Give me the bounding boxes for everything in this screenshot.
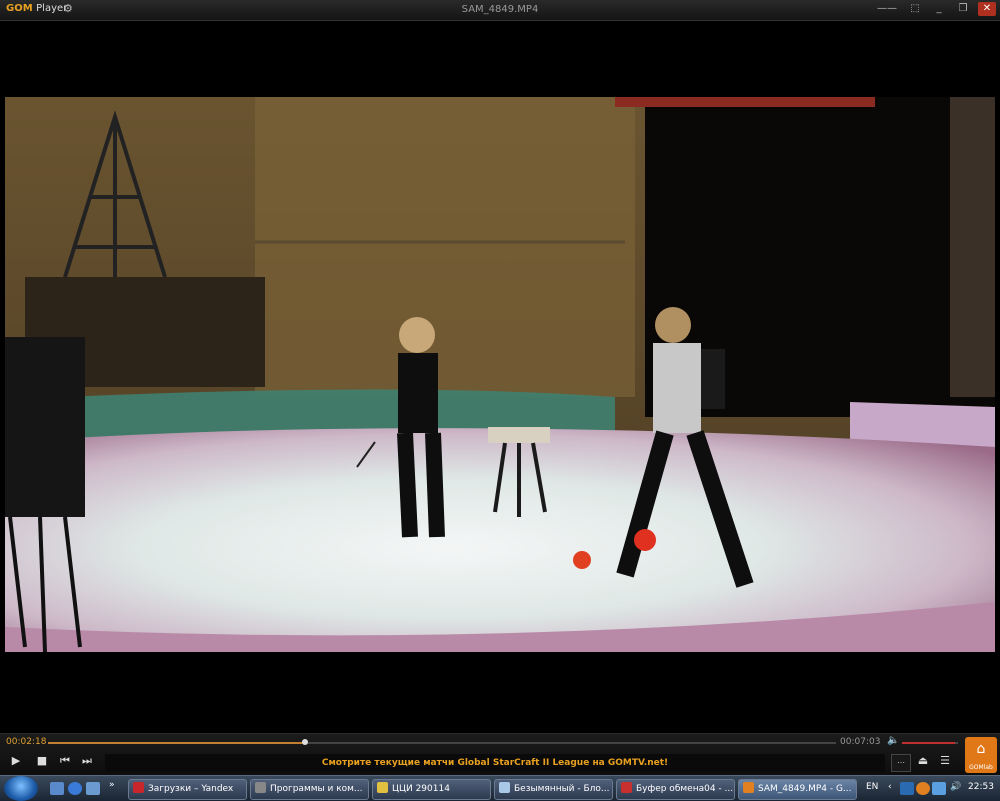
seek-progress <box>48 742 305 744</box>
minimize-button[interactable]: _ <box>930 2 948 16</box>
taskbar-item-label: Буфер обмена04 - ... <box>636 784 734 794</box>
volume-slider[interactable] <box>902 742 958 744</box>
taskbar-item-label: ЦЦИ 290114 <box>392 784 450 794</box>
player-controls: 00:02:18 00:07:03 🔈 ▶ ■ ⏮ ⏭ Смотрите тек… <box>0 733 1000 776</box>
next-icon[interactable]: ⏭ <box>79 754 95 768</box>
taskbar-item[interactable]: SAM_4849.MP4 - G... <box>738 779 857 800</box>
switch-windows-icon[interactable] <box>86 782 100 795</box>
menu-icon[interactable]: ☰ <box>937 754 953 767</box>
taskbar-item-label: Загрузки – Yandex <box>148 784 234 794</box>
total-time: 00:07:03 <box>840 737 881 747</box>
stop-icon[interactable]: ■ <box>34 754 50 767</box>
playlist-icon[interactable]: ⋯ <box>891 754 911 772</box>
ie-icon[interactable] <box>68 782 82 795</box>
app-icon <box>499 782 510 793</box>
taskbar-item[interactable]: Безымянный - Бло... <box>494 779 613 800</box>
app-icon <box>621 782 632 793</box>
taskbar-item-label: SAM_4849.MP4 - G... <box>758 784 852 794</box>
gomlab-label: GOMlab <box>969 764 993 771</box>
seek-bar[interactable] <box>48 739 836 745</box>
more-arrow-icon[interactable]: » <box>109 780 115 790</box>
news-ticker[interactable]: Смотрите текущие матчи Global StarCraft … <box>105 754 885 772</box>
tray-gom-icon[interactable] <box>916 782 930 795</box>
network-icon[interactable] <box>932 782 946 795</box>
window-title: SAM_4849.MP4 <box>461 4 539 15</box>
gomlab-button[interactable]: ⌂ GOMlab <box>965 737 997 773</box>
current-time: 00:02:18 <box>6 737 47 747</box>
clock[interactable]: 22:53 <box>968 782 994 792</box>
prev-icon[interactable]: ⏮ <box>57 754 73 768</box>
volume-tray-icon[interactable]: 🔊 <box>950 782 961 792</box>
app-icon <box>255 782 266 793</box>
app-icon <box>743 782 754 793</box>
close-button[interactable]: ✕ <box>978 2 996 16</box>
taskbar-item[interactable]: Буфер обмена04 - ... <box>616 779 735 800</box>
taskbar-item-label: Безымянный - Бло... <box>514 784 610 794</box>
video-frame <box>5 97 995 652</box>
volume-level <box>902 742 956 744</box>
app-icon <box>133 782 144 793</box>
tray-arrow-icon[interactable]: ‹ <box>888 782 892 792</box>
play-icon[interactable]: ▶ <box>8 754 24 767</box>
video-area[interactable] <box>5 97 995 652</box>
speaker-icon[interactable]: 🔈 <box>887 735 899 746</box>
title-bar: GOM Player ⚙ SAM_4849.MP4 —— ⬚ _ ❐ ✕ <box>0 0 1000 21</box>
seek-handle[interactable] <box>301 739 308 745</box>
taskbar-item[interactable]: Загрузки – Yandex <box>128 779 247 800</box>
compact-mode-button[interactable]: —— <box>874 2 900 16</box>
taskbar: » Загрузки – Yandex Программы и ком... ЦЦИ… <box>0 775 1000 801</box>
home-icon: ⌂ <box>976 741 986 757</box>
taskbar-item-label: Программы и ком... <box>270 784 363 794</box>
taskbar-item[interactable]: Программы и ком... <box>250 779 369 800</box>
taskbar-item[interactable]: ЦЦИ 290114 <box>372 779 491 800</box>
eject-icon[interactable]: ⏏ <box>915 754 931 767</box>
fullscreen-button[interactable]: ⬚ <box>906 2 924 16</box>
show-desktop-icon[interactable] <box>50 782 64 795</box>
start-button[interactable] <box>4 776 38 801</box>
maximize-button[interactable]: ❐ <box>954 2 972 16</box>
app-icon <box>377 782 388 793</box>
language-indicator[interactable]: EN <box>866 782 878 792</box>
tray-app-icon[interactable] <box>900 782 914 795</box>
